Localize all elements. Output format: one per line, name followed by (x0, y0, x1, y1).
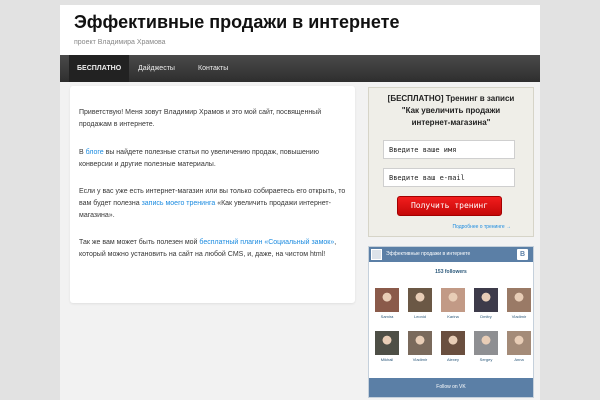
training-promo-widget: [БЕСПЛАТНО] Тренинг в записи "Как увелич… (368, 87, 534, 237)
vk-member[interactable]: Anna (506, 331, 532, 362)
nav-item-digests[interactable]: Дайджесты (130, 55, 183, 82)
page-container: Эффективные продажи в интернете проект В… (60, 5, 540, 400)
member-name[interactable]: Vladimir (506, 314, 532, 319)
site-header: Эффективные продажи в интернете проект В… (60, 5, 540, 55)
member-avatar[interactable] (441, 288, 465, 312)
promo-title-line2: "Как увеличить продажи (401, 106, 501, 115)
vk-member[interactable]: Vladimir (407, 331, 433, 362)
get-training-button[interactable]: Получить тренинг (397, 196, 502, 216)
intro-text: Приветствую! Меня зовут Владимир Храмов … (79, 109, 322, 128)
site-description: проект Владимира Храмова (74, 39, 166, 46)
vk-member[interactable]: Karina (440, 288, 466, 319)
promo-title-line3: интернет-магазина" (411, 118, 491, 127)
member-avatar[interactable] (375, 288, 399, 312)
plugin-paragraph: Так же вам может быть полезен мой беспла… (79, 237, 349, 261)
vk-member[interactable]: Samira (374, 288, 400, 319)
member-avatar[interactable] (375, 331, 399, 355)
vk-member[interactable]: Leonid (407, 288, 433, 319)
main-nav: БЕСПЛАТНО Дайджесты Контакты (60, 55, 540, 82)
member-name[interactable]: Leonid (407, 314, 433, 319)
training-paragraph: Если у вас уже есть интернет-магазин или… (79, 186, 349, 222)
vk-member[interactable]: Vladimir (506, 288, 532, 319)
name-field[interactable] (383, 140, 515, 159)
member-avatar[interactable] (474, 288, 498, 312)
training-details-link[interactable]: Подробнее о тренинге → (369, 224, 533, 230)
vk-group-avatar[interactable] (371, 249, 382, 260)
vk-group-title[interactable]: Эффективные продажи в интернете (386, 251, 470, 257)
member-avatar[interactable] (474, 331, 498, 355)
member-name[interactable]: Dmitry (473, 314, 499, 319)
blog-text-pre: В (79, 149, 86, 156)
nav-item-contacts[interactable]: Контакты (190, 55, 236, 82)
plugin-link[interactable]: бесплатный плагин «Социальный замок» (199, 239, 334, 246)
member-name[interactable]: Samira (374, 314, 400, 319)
member-avatar[interactable] (441, 331, 465, 355)
member-avatar[interactable] (408, 331, 432, 355)
vk-follow-button[interactable]: Follow on VK (369, 378, 533, 397)
member-name[interactable]: Sergey (473, 357, 499, 362)
blog-text-post: вы найдете полезные статьи по увеличению… (79, 149, 319, 168)
blog-link[interactable]: блоге (86, 149, 104, 156)
vk-followers-count[interactable]: 153 followers (369, 269, 533, 275)
member-name[interactable]: Anna (506, 357, 532, 362)
vk-logo-icon[interactable]: В (517, 249, 528, 260)
main-content: Приветствую! Меня зовут Владимир Храмов … (70, 86, 355, 303)
training-link[interactable]: запись моего тренинга (142, 200, 216, 207)
vk-member[interactable]: Alexey (440, 331, 466, 362)
member-name[interactable]: Mikhail (374, 357, 400, 362)
member-avatar[interactable] (408, 288, 432, 312)
member-name[interactable]: Alexey (440, 357, 466, 362)
email-field[interactable] (383, 168, 515, 187)
promo-title: [БЕСПЛАТНО] Тренинг в записи "Как увелич… (369, 93, 533, 129)
intro-paragraph: Приветствую! Меня зовут Владимир Храмов … (79, 107, 349, 131)
plugin-text-pre: Так же вам может быть полезен мой (79, 239, 200, 246)
member-avatar[interactable] (507, 288, 531, 312)
member-name[interactable]: Vladimir (407, 357, 433, 362)
vk-member[interactable]: Mikhail (374, 331, 400, 362)
vk-member[interactable]: Sergey (473, 331, 499, 362)
blog-paragraph: В блоге вы найдете полезные статьи по ув… (79, 147, 349, 171)
nav-item-free[interactable]: БЕСПЛАТНО (69, 55, 130, 82)
promo-title-line1: [БЕСПЛАТНО] Тренинг в записи (387, 94, 515, 103)
vk-header: Эффективные продажи в интернете В (369, 247, 533, 262)
member-avatar[interactable] (507, 331, 531, 355)
vk-member[interactable]: Dmitry (473, 288, 499, 319)
member-name[interactable]: Karina (440, 314, 466, 319)
vk-widget: Эффективные продажи в интернете В 153 fo… (368, 246, 534, 398)
site-title[interactable]: Эффективные продажи в интернете (74, 12, 399, 33)
